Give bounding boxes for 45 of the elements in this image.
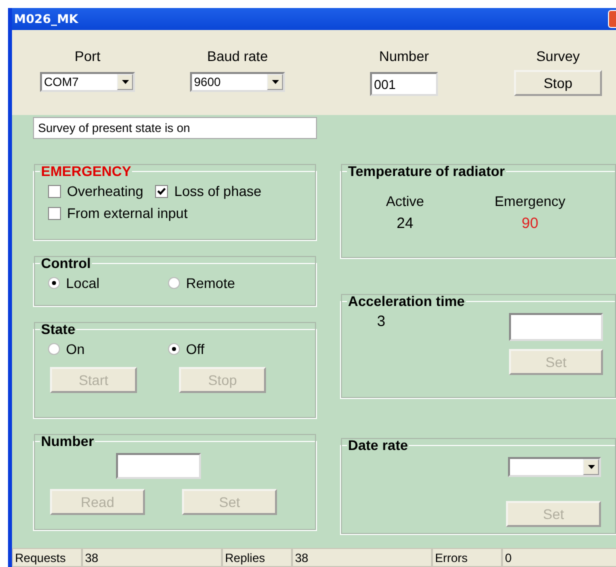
- radio-label: On: [66, 341, 85, 357]
- radio-button[interactable]: [168, 343, 180, 355]
- emergency-temperature: 90: [522, 215, 538, 232]
- status-label: Errors: [432, 548, 502, 567]
- number-field[interactable]: 001: [370, 72, 438, 96]
- status-label: Requests: [12, 548, 82, 567]
- baud-rate-label: Baud rate: [207, 48, 268, 64]
- acceleration-field[interactable]: [509, 313, 603, 341]
- group-title: State: [40, 321, 76, 337]
- group-title: Date rate: [347, 437, 409, 453]
- window-title: M026_MK: [14, 12, 78, 26]
- checkbox-label: Loss of phase: [174, 183, 262, 199]
- status-message-field: Survey of present state is on: [33, 117, 317, 139]
- status-value: 38: [292, 548, 432, 567]
- checkbox-label: Overheating: [67, 183, 144, 199]
- radio-button[interactable]: [168, 277, 180, 289]
- number-label: Number: [379, 48, 429, 64]
- active-temperature: 24: [396, 215, 414, 232]
- group-title: Acceleration time: [347, 293, 466, 309]
- checkbox[interactable]: [155, 184, 168, 198]
- status-value: 0: [502, 548, 616, 567]
- group-title: Control: [40, 255, 92, 271]
- group-title: Temperature of radiator: [347, 163, 506, 179]
- radio-button[interactable]: [48, 277, 60, 289]
- group-title: Number: [40, 433, 95, 449]
- acceleration-value: 3: [376, 313, 386, 330]
- radio-label: Remote: [186, 275, 236, 291]
- port-dropdown[interactable]: COM7: [40, 72, 135, 92]
- active-label: Active: [386, 193, 424, 209]
- baud-rate-dropdown[interactable]: 9600: [190, 72, 285, 92]
- checkbox[interactable]: [48, 206, 61, 220]
- stop-button[interactable]: Stop: [514, 70, 602, 96]
- close-button[interactable]: [608, 10, 616, 28]
- port-label: Port: [74, 48, 100, 64]
- checkbox-label: From external input: [67, 205, 188, 221]
- radio-label: Off: [186, 341, 204, 357]
- number-field[interactable]: [116, 453, 201, 479]
- radio-label: Local: [66, 275, 100, 291]
- status-label: Replies: [222, 548, 292, 567]
- group-title: EMERGENCY: [40, 163, 132, 179]
- checkbox[interactable]: [48, 184, 61, 198]
- radio-button[interactable]: [48, 343, 60, 355]
- emergency-label: Emergency: [494, 193, 566, 209]
- status-value: 38: [82, 548, 222, 567]
- survey-label: Survey: [536, 48, 580, 64]
